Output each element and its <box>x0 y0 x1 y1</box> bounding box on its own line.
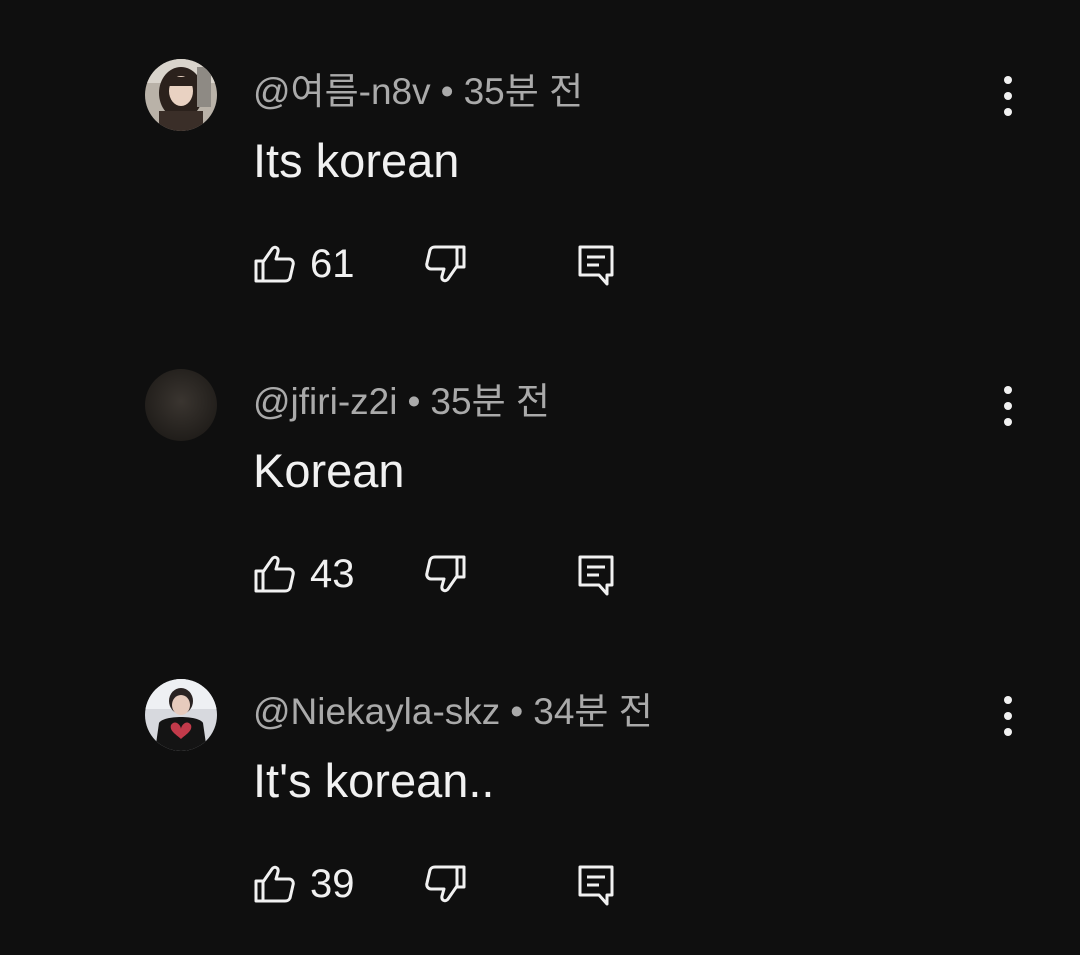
comment-text: Korean <box>253 444 405 497</box>
comment-meta: @jfiri-z2i • 35분 전 <box>253 380 550 424</box>
like-count: 43 <box>310 552 355 596</box>
more-vertical-icon <box>1004 696 1012 736</box>
thumbs-down-icon <box>425 245 466 283</box>
separator-dot: • <box>510 691 524 732</box>
dislike-button[interactable] <box>418 854 474 914</box>
comment-time: 35분 전 <box>463 71 584 112</box>
thumbs-down-icon <box>425 865 466 903</box>
reply-button[interactable] <box>568 854 624 914</box>
like-button[interactable]: 61 <box>250 234 355 294</box>
comment-item: @jfiri-z2i • 35분 전 Korean 43 <box>0 310 1080 620</box>
author-name[interactable]: @jfiri-z2i <box>253 381 397 422</box>
comment-text: It's korean.. <box>253 754 495 807</box>
more-vertical-icon <box>1004 386 1012 426</box>
thumbs-up-icon <box>254 865 295 903</box>
reply-button[interactable] <box>568 544 624 604</box>
thumbs-up-icon <box>254 245 295 283</box>
more-options-button[interactable] <box>988 70 1028 122</box>
like-count: 61 <box>310 242 355 286</box>
comment-time: 35분 전 <box>430 381 550 422</box>
comment-actions: 39 <box>250 854 650 914</box>
like-button[interactable]: 39 <box>250 854 355 914</box>
avatar-photo-icon <box>145 59 217 131</box>
dislike-button[interactable] <box>418 544 474 604</box>
comment-actions: 61 <box>250 234 650 294</box>
comment-time: 34분 전 <box>533 691 653 732</box>
reply-comment-icon <box>578 865 614 906</box>
avatar[interactable] <box>145 369 217 441</box>
like-count: 39 <box>310 862 355 906</box>
dislike-button[interactable] <box>418 234 474 294</box>
comment-text: Its korean <box>253 134 460 187</box>
reply-comment-icon <box>578 245 614 286</box>
reply-comment-icon <box>578 555 614 596</box>
comment-actions: 43 <box>250 544 650 604</box>
separator-dot: • <box>407 381 421 422</box>
separator-dot: • <box>440 71 454 112</box>
avatar[interactable] <box>145 679 217 751</box>
avatar-photo-icon <box>145 679 217 751</box>
avatar-photo-icon <box>145 369 217 441</box>
more-options-button[interactable] <box>988 380 1028 432</box>
author-name[interactable]: @Niekayla-skz <box>253 691 500 732</box>
comment-meta: @여름-n8v • 35분 전 <box>253 70 583 114</box>
more-vertical-icon <box>1004 76 1012 116</box>
comment-meta: @Niekayla-skz • 34분 전 <box>253 690 653 734</box>
thumbs-up-icon <box>254 555 295 593</box>
avatar[interactable] <box>145 59 217 131</box>
more-options-button[interactable] <box>988 690 1028 742</box>
comment-item: @Niekayla-skz • 34분 전 It's korean.. 39 <box>0 620 1080 930</box>
author-name[interactable]: @여름-n8v <box>253 71 431 112</box>
reply-button[interactable] <box>568 234 624 294</box>
comment-item: @여름-n8v • 35분 전 Its korean 61 <box>0 0 1080 310</box>
thumbs-down-icon <box>425 555 466 593</box>
like-button[interactable]: 43 <box>250 544 355 604</box>
